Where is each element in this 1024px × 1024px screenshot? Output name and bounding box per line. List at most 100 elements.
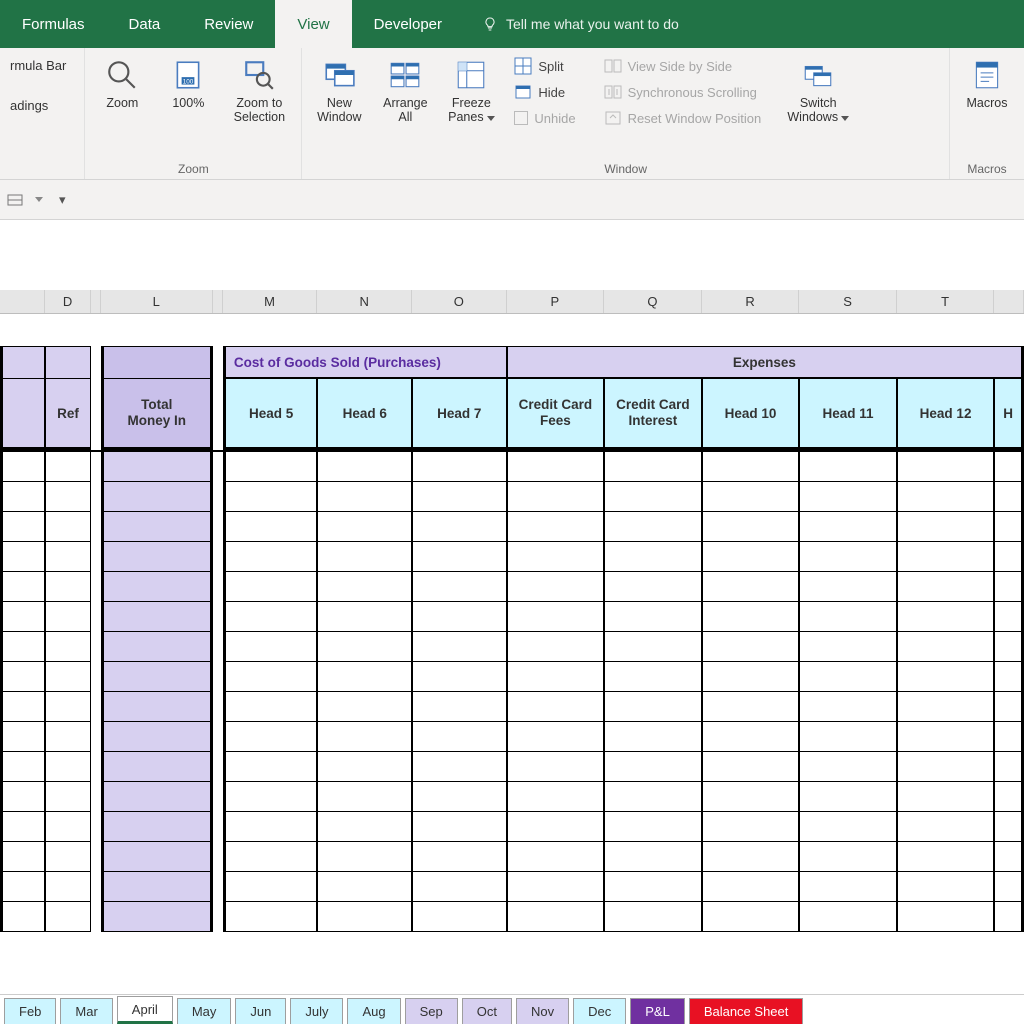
chevron-down-icon [487, 116, 495, 121]
table-row[interactable] [0, 512, 1024, 542]
table-row[interactable] [0, 782, 1024, 812]
table-row[interactable] [0, 452, 1024, 482]
tab-review[interactable]: Review [182, 0, 275, 48]
header-total-money-in: TotalMoney In [101, 378, 213, 450]
zoom-to-selection-button[interactable]: Zoom to Selection [223, 50, 295, 125]
formula-bar-checkbox[interactable]: rmula Bar [10, 54, 66, 76]
table-row[interactable] [0, 812, 1024, 842]
table-row[interactable] [0, 632, 1024, 662]
tab-formulas[interactable]: Formulas [0, 0, 107, 48]
table-row[interactable] [0, 722, 1024, 752]
sheet-tab-july[interactable]: July [290, 998, 343, 1024]
header-cogs-col: Head 5 [223, 378, 318, 450]
headings-checkbox[interactable]: adings [10, 94, 66, 116]
sheet-tab-mar[interactable]: Mar [60, 998, 112, 1024]
tell-me-label: Tell me what you want to do [506, 16, 679, 32]
col-header-t[interactable]: T [897, 290, 995, 313]
zoom-button[interactable]: Zoom [91, 50, 153, 110]
sheet-tab-sep[interactable]: Sep [405, 998, 458, 1024]
group-label-zoom: Zoom [91, 160, 295, 179]
header-exp-col: Credit CardInterest [604, 378, 702, 450]
zoom-100-button[interactable]: 100 100% [157, 50, 219, 110]
switch-windows-button[interactable]: Switch Windows [781, 50, 855, 125]
arrange-all-icon [388, 58, 422, 92]
sheet-tabs: Feb Mar April May Jun July Aug Sep Oct N… [0, 994, 1024, 1024]
col-header-s[interactable]: S [799, 290, 897, 313]
split-button[interactable]: Split [510, 54, 579, 78]
header-ref: Ref [45, 378, 90, 450]
header-exp-col: Head 12 [897, 378, 995, 450]
new-window-icon [322, 58, 356, 92]
col-header-q[interactable]: Q [604, 290, 702, 313]
col-header-m[interactable]: M [223, 290, 318, 313]
side-by-side-icon [604, 57, 622, 75]
unhide-button: Unhide [510, 106, 579, 130]
header-exp-col: H [994, 378, 1024, 450]
switch-windows-icon [801, 58, 835, 92]
col-header-n[interactable]: N [317, 290, 412, 313]
header-exp-col: Head 11 [799, 378, 897, 450]
tab-developer[interactable]: Developer [352, 0, 464, 48]
tab-view[interactable]: View [275, 0, 351, 48]
col-header-o[interactable]: O [412, 290, 507, 313]
table-row[interactable] [0, 602, 1024, 632]
ribbon-group-window: New Window Arrange All Freeze Panes Spli… [302, 48, 950, 179]
header-cogs: Cost of Goods Sold (Purchases) [223, 346, 507, 378]
tell-me-search[interactable]: Tell me what you want to do [464, 0, 697, 48]
sheet-tab-dec[interactable]: Dec [573, 998, 626, 1024]
col-header-p[interactable]: P [507, 290, 605, 313]
reset-position-icon [604, 109, 622, 127]
magnifier-icon [105, 58, 139, 92]
new-window-button[interactable]: New Window [308, 50, 370, 125]
table-row[interactable] [0, 692, 1024, 722]
table-row[interactable] [0, 752, 1024, 782]
spreadsheet[interactable]: D L M N O P Q R S T Cost of Goods Sold (… [0, 220, 1024, 994]
tab-data[interactable]: Data [107, 0, 183, 48]
col-header-d[interactable]: D [45, 290, 90, 313]
col-header[interactable] [994, 290, 1024, 313]
sheet-tab-aug[interactable]: Aug [347, 998, 400, 1024]
arrange-all-button[interactable]: Arrange All [374, 50, 436, 125]
macros-icon [970, 58, 1004, 92]
quick-access-row: ▾ [0, 180, 1024, 220]
col-header[interactable] [0, 290, 45, 313]
hide-icon [514, 83, 532, 101]
sheet-tab-nov[interactable]: Nov [516, 998, 569, 1024]
zoom-selection-icon [242, 58, 276, 92]
sync-scroll-icon [604, 83, 622, 101]
view-side-by-side-button: View Side by Side [600, 54, 766, 78]
table-row[interactable] [0, 902, 1024, 932]
qat-icon[interactable] [6, 191, 24, 209]
sheet-tab-feb[interactable]: Feb [4, 998, 56, 1024]
synchronous-scrolling-button: Synchronous Scrolling [600, 80, 766, 104]
table-row[interactable] [0, 842, 1024, 872]
sheet-tab-april[interactable]: April [117, 996, 173, 1024]
header-cogs-col: Head 6 [317, 378, 412, 450]
sheet-tab-pnl[interactable]: P&L [630, 998, 685, 1024]
table-row[interactable] [0, 482, 1024, 512]
sheet-tab-balance-sheet[interactable]: Balance Sheet [689, 998, 804, 1024]
ribbon-tabs: Formulas Data Review View Developer Tell… [0, 0, 1024, 48]
header-cogs-col: Head 7 [412, 378, 507, 450]
column-headers[interactable]: D L M N O P Q R S T [0, 290, 1024, 314]
table-row[interactable] [0, 572, 1024, 602]
table-row[interactable] [0, 542, 1024, 572]
sheet-tab-may[interactable]: May [177, 998, 232, 1024]
header-exp-col: Credit CardFees [507, 378, 605, 450]
chevron-down-icon[interactable] [35, 197, 43, 202]
sheet-tab-jun[interactable]: Jun [235, 998, 286, 1024]
svg-text:100: 100 [183, 79, 194, 86]
ribbon-group-zoom: Zoom 100 100% Zoom to Selection Zoom [85, 48, 302, 179]
header-exp-col: Head 10 [702, 378, 800, 450]
hide-button[interactable]: Hide [510, 80, 579, 104]
macros-button[interactable]: Macros [956, 50, 1018, 110]
table-row[interactable] [0, 872, 1024, 902]
freeze-panes-button[interactable]: Freeze Panes [440, 50, 502, 125]
checkbox-icon [514, 111, 528, 125]
sheet-tab-oct[interactable]: Oct [462, 998, 512, 1024]
split-icon [514, 57, 532, 75]
col-header-r[interactable]: R [702, 290, 800, 313]
grid-body[interactable] [0, 450, 1024, 932]
table-row[interactable] [0, 662, 1024, 692]
col-header-l[interactable]: L [101, 290, 213, 313]
